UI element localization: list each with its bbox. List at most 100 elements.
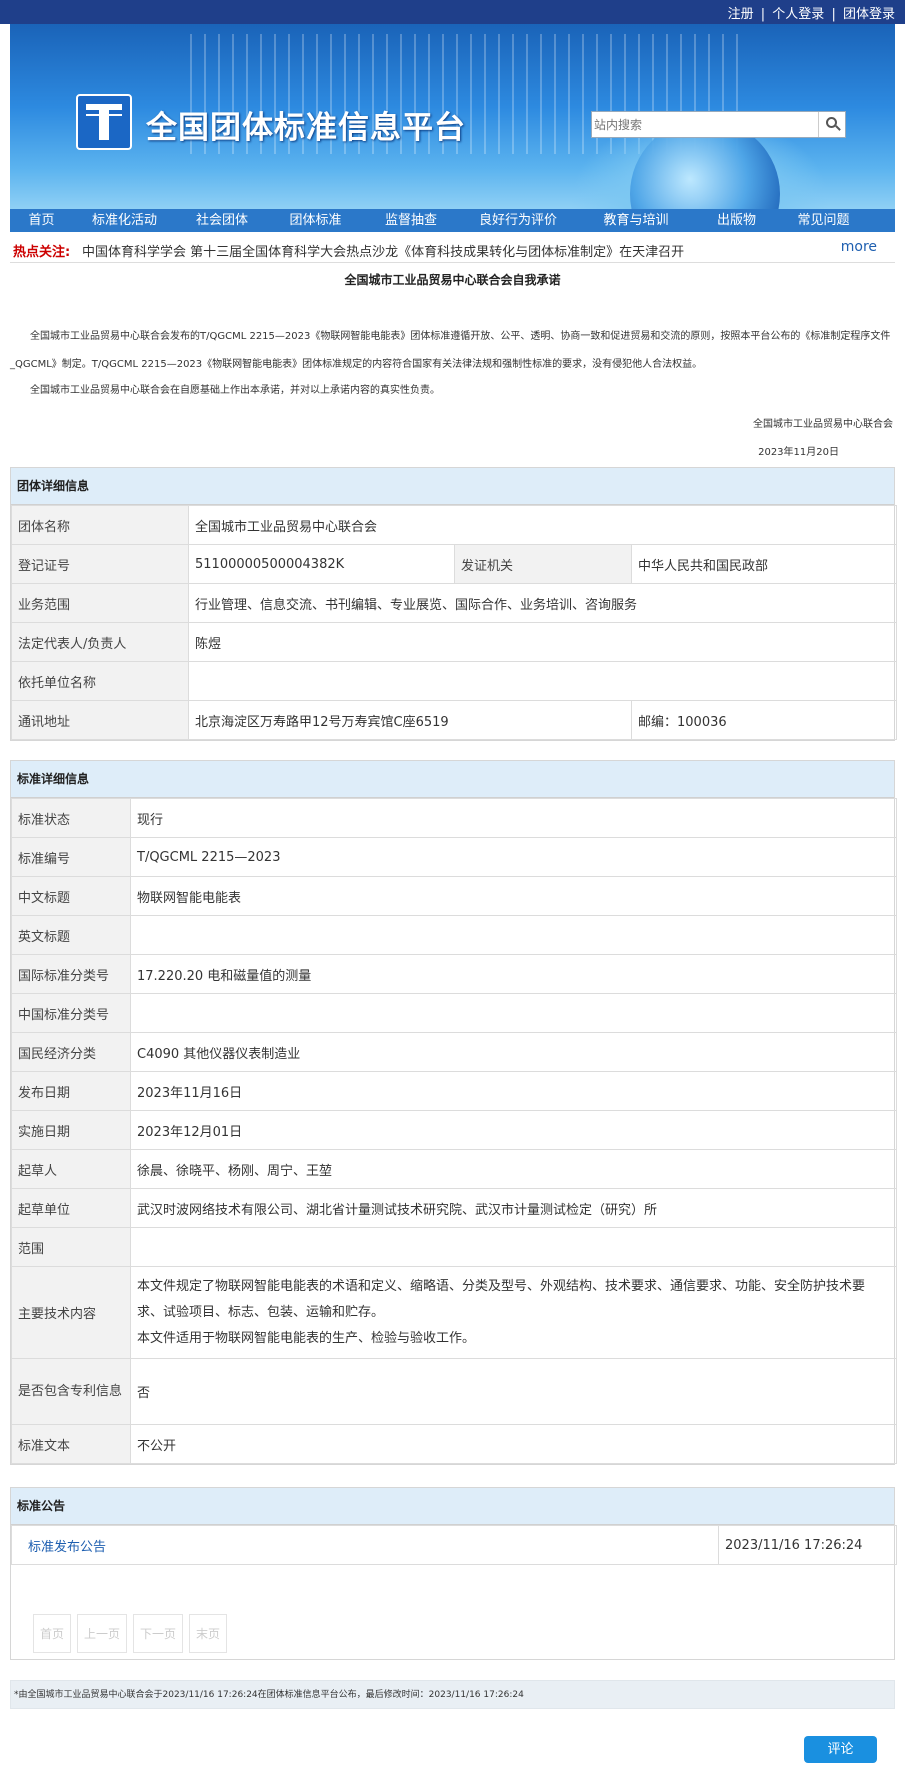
field-label: 中国标准分类号	[11, 993, 131, 1033]
search-button[interactable]	[818, 112, 845, 137]
publish-note: *由全国城市工业品贸易中心联合会于2023/11/16 17:26:24在团体标…	[10, 1680, 895, 1709]
table-row: 国民经济分类 C4090 其他仪器仪表制造业	[11, 1032, 897, 1072]
notice-header: 标准公告	[11, 1488, 894, 1525]
pagination: 首页 上一页 下一页 末页	[33, 1614, 228, 1653]
nav-item-standardization[interactable]: 标准化活动	[73, 209, 176, 232]
field-label: 国际标准分类号	[11, 954, 131, 994]
search-input[interactable]	[594, 114, 814, 135]
nav-item-education[interactable]: 教育与培训	[577, 209, 695, 232]
field-label: 英文标题	[11, 915, 131, 955]
standard-info-table: 标准状态 现行 标准编号 T/QGCML 2215—2023 中文标题 物联网智能电能…	[11, 798, 897, 1464]
issuer-value: 中华人民共和国民政部	[630, 544, 898, 584]
standard-info-panel: 标准详细信息 标准状态 现行 标准编号 T/QGCML 2215—2023 中文标题…	[10, 760, 897, 1465]
account-links: 注册 | 个人登录 | 团体登录	[728, 3, 895, 22]
standard-text-label: 标准文本	[11, 1424, 131, 1464]
table-row: 标准文本 不公开	[11, 1424, 897, 1464]
table-row: 范围	[11, 1227, 897, 1267]
hot-label: 热点关注:	[13, 245, 71, 260]
field-label: 国民经济分类	[11, 1032, 131, 1072]
table-row: 标准编号 T/QGCML 2215—2023	[11, 837, 897, 877]
table-row: 起草人 徐晨、徐晓平、杨刚、周宁、王堃	[11, 1149, 897, 1189]
field-value: 17.220.20 电和磁量值的测量	[130, 954, 897, 994]
address-label: 通讯地址	[11, 700, 189, 740]
patent-label: 是否包含专利信息	[11, 1358, 131, 1425]
table-row: 依托单位名称	[11, 661, 898, 701]
field-label: 起草单位	[11, 1188, 131, 1228]
nav-item-faq[interactable]: 常见问题	[778, 209, 869, 232]
table-row: 英文标题	[11, 915, 897, 955]
tech-content-value: 本文件规定了物联网智能电能表的术语和定义、缩略语、分类及型号、外观结构、技术要求…	[130, 1266, 897, 1359]
table-row: 法定代表人/负责人 陈煜	[11, 622, 898, 662]
next-page-button[interactable]: 下一页	[133, 1614, 184, 1653]
register-link[interactable]: 注册	[728, 7, 754, 22]
field-value	[130, 915, 897, 955]
tech-content-label: 主要技术内容	[11, 1266, 131, 1359]
first-page-button[interactable]: 首页	[33, 1614, 72, 1653]
hot-news-bar: 热点关注: 中国体育科学学会 第十三届全国体育科学大会热点沙龙《体育科技成果转化…	[10, 234, 895, 263]
address-value: 北京海淀区万寿路甲12号万寿宾馆C座6519	[188, 700, 632, 740]
representative-value: 陈煜	[187, 622, 898, 662]
hot-news-link[interactable]: 中国体育科学学会 第十三届全国体育科学大会热点沙龙《体育科技成果转化与团体标准制…	[82, 241, 684, 260]
table-row: 是否包含专利信息 否	[11, 1358, 897, 1425]
field-label: 中文标题	[11, 876, 131, 916]
comment-button[interactable]: 评论	[804, 1736, 877, 1763]
field-value	[130, 993, 897, 1033]
commitment-date: 2023年11月20日	[758, 447, 839, 458]
zip-value: 邮编：100036	[630, 700, 898, 740]
nav-item-publications[interactable]: 出版物	[695, 209, 778, 232]
personal-login-link[interactable]: 个人登录	[772, 7, 824, 22]
standard-info-header: 标准详细信息	[11, 761, 894, 798]
main-nav: 首页 标准化活动 社会团体 团体标准 监督抽查 良好行为评价 教育与培训 出版物…	[10, 209, 895, 232]
field-label: 范围	[11, 1227, 131, 1267]
last-page-button[interactable]: 末页	[189, 1614, 228, 1653]
group-info-panel: 团体详细信息 团体名称 全国城市工业品贸易中心联合会 登记证号 51100000…	[10, 467, 898, 741]
table-row: 中国标准分类号	[11, 993, 897, 1033]
field-label: 标准状态	[11, 798, 131, 838]
field-label: 发布日期	[11, 1071, 131, 1111]
field-value: C4090 其他仪器仪表制造业	[130, 1032, 897, 1072]
field-value: 物联网智能电能表	[130, 876, 897, 916]
nav-item-groups[interactable]: 社会团体	[176, 209, 268, 232]
top-bar: 注册 | 个人登录 | 团体登录	[0, 0, 905, 24]
group-info-header: 团体详细信息	[11, 468, 894, 505]
representative-label: 法定代表人/负责人	[11, 622, 189, 662]
commitment-title: 全国城市工业品贸易中心联合会自我承诺	[344, 273, 561, 287]
tech-content-line: 本文件适用于物联网智能电能表的生产、检验与验收工作。	[137, 1330, 476, 1346]
reg-number-label: 登记证号	[11, 544, 189, 584]
table-row: 中文标题 物联网智能电能表	[11, 876, 897, 916]
field-value: 现行	[130, 798, 897, 838]
header-banner: 全国团体标准信息平台	[10, 24, 895, 209]
commitment-signer: 全国城市工业品贸易中心联合会	[753, 419, 893, 430]
field-value: 武汉时波网络技术有限公司、湖北省计量测试技术研究院、武汉市计量测试检定（研究）所	[130, 1188, 897, 1228]
nav-item-supervision[interactable]: 监督抽查	[363, 209, 459, 232]
site-title: 全国团体标准信息平台	[146, 110, 466, 146]
field-value	[130, 1227, 897, 1267]
search-box	[591, 111, 846, 138]
tech-content-line: 本文件规定了物联网智能电能表的术语和定义、缩略语、分类及型号、外观结构、技术要求…	[137, 1278, 866, 1320]
prev-page-button[interactable]: 上一页	[77, 1614, 128, 1653]
field-value: 2023年12月01日	[130, 1110, 897, 1150]
table-row: 实施日期 2023年12月01日	[11, 1110, 897, 1150]
table-row: 标准状态 现行	[11, 798, 897, 838]
nav-item-evaluation[interactable]: 良好行为评价	[459, 209, 577, 232]
group-login-link[interactable]: 团体登录	[843, 7, 895, 22]
standard-text-value: 不公开	[130, 1424, 897, 1464]
field-value: 2023年11月16日	[130, 1071, 897, 1111]
group-name-label: 团体名称	[11, 505, 189, 545]
group-info-table: 团体名称 全国城市工业品贸易中心联合会 登记证号 511000005000043…	[11, 505, 898, 740]
table-row: 国际标准分类号 17.220.20 电和磁量值的测量	[11, 954, 897, 994]
nav-item-standards[interactable]: 团体标准	[268, 209, 363, 232]
notice-cell: 标准发布公告	[11, 1525, 719, 1565]
notice-time: 2023/11/16 17:26:24	[718, 1525, 897, 1565]
commitment-paragraph: 全国城市工业品贸易中心联合会在自愿基础上作出本承诺，并对以上承诺内容的真实性负责…	[30, 385, 440, 396]
reg-number-value: 51100000500004382K	[188, 544, 455, 584]
field-label: 实施日期	[11, 1110, 131, 1150]
notice-panel: 标准公告 标准发布公告 2023/11/16 17:26:24 首页 上一页 下…	[10, 1487, 897, 1660]
field-label: 标准编号	[11, 837, 131, 877]
sponsor-value	[187, 661, 898, 701]
more-link[interactable]: more	[841, 239, 877, 255]
notice-link[interactable]: 标准发布公告	[28, 1540, 106, 1555]
table-row: 业务范围 行业管理、信息交流、书刊编辑、专业展览、国际合作、业务培训、咨询服务	[11, 583, 898, 623]
nav-item-home[interactable]: 首页	[10, 209, 73, 232]
table-row: 团体名称 全国城市工业品贸易中心联合会	[11, 505, 898, 545]
